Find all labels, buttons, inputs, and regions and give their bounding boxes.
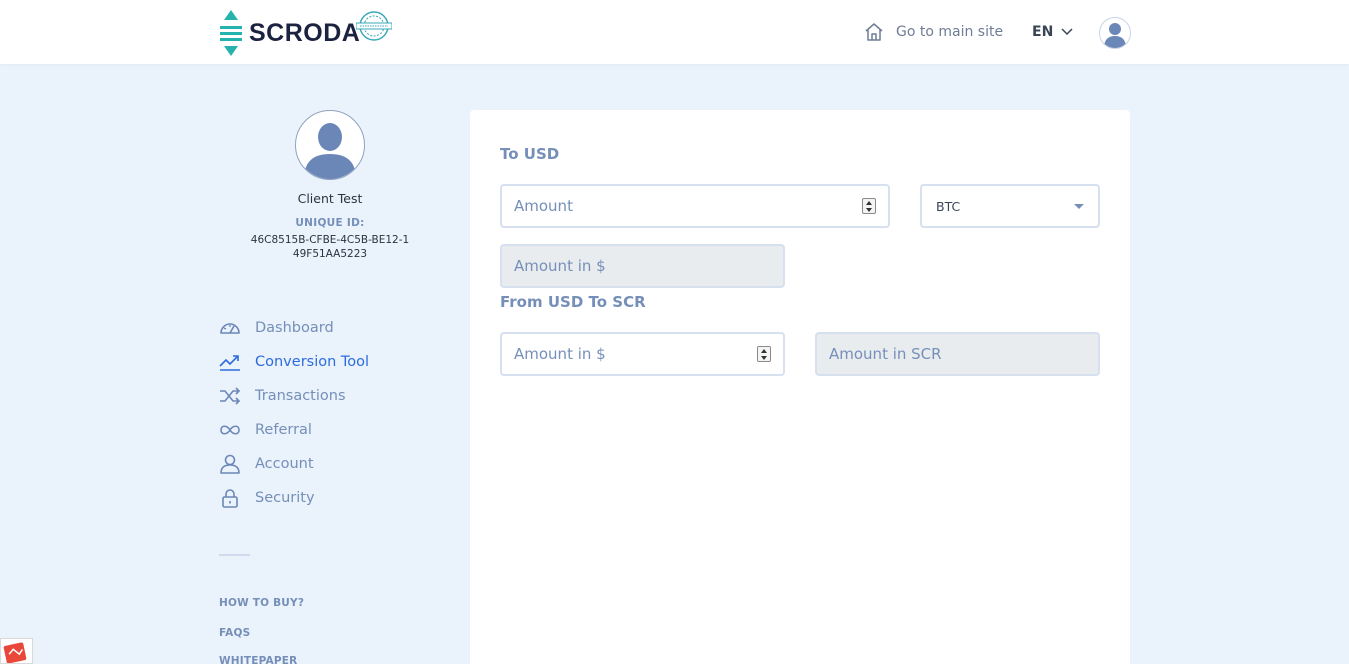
sidebar-item-label: Transactions: [255, 388, 346, 404]
infinity-icon: [220, 425, 240, 435]
profile-name: Client Test: [297, 191, 363, 206]
spinner-up-icon[interactable]: [866, 200, 872, 205]
sidebar-item-referral[interactable]: Referral: [219, 413, 369, 447]
link-how-to-buy[interactable]: HOW TO BUY?: [219, 597, 304, 609]
user-avatar-icon: [304, 123, 356, 179]
link-whitepaper[interactable]: WHITEPAPER: [219, 655, 297, 664]
sidebar-menu: Dashboard Conversion Tool Transactions R…: [219, 311, 369, 515]
brand-name: SCRODA: [249, 19, 361, 47]
sidebar-item-transactions[interactable]: Transactions: [219, 379, 369, 413]
user-avatar-icon: [1104, 23, 1126, 48]
amount-in-scr-result: [815, 332, 1100, 376]
sidebar-item-dashboard[interactable]: Dashboard: [219, 311, 369, 345]
sidebar-item-conversion-tool[interactable]: Conversion Tool: [219, 345, 369, 379]
spinner-down-icon[interactable]: [866, 207, 872, 212]
usd-to-scr-title: From USD To SCR: [500, 293, 646, 311]
currency-selected-value: BTC: [936, 198, 961, 214]
sidebar-item-security[interactable]: Security: [219, 481, 369, 515]
amount-field[interactable]: [500, 184, 890, 228]
chevron-down-icon: [1061, 28, 1073, 36]
currency-select[interactable]: BTC: [920, 184, 1100, 228]
logo-mark-icon: [220, 10, 242, 56]
profile-avatar: [295, 110, 365, 180]
sidebar-divider: [219, 554, 250, 556]
home-icon: [865, 23, 883, 41]
amount-in-usd-output: [514, 246, 783, 286]
main-site-label: Go to main site: [896, 24, 1004, 40]
user-icon: [220, 454, 240, 474]
language-label: EN: [1032, 24, 1054, 40]
conversion-panel: To USD BTC From USD To SCR: [470, 110, 1130, 664]
trend-chart-icon: [219, 355, 240, 371]
usd-amount-input[interactable]: [514, 334, 783, 374]
sidebar-item-label: Referral: [255, 422, 312, 438]
spinner-up-icon[interactable]: [761, 348, 767, 353]
floating-widget-button[interactable]: [0, 638, 33, 664]
usd-amount-field[interactable]: [500, 332, 785, 376]
amount-input[interactable]: [514, 186, 888, 226]
dashboard-icon: [220, 323, 240, 334]
amount-in-usd-result: [500, 244, 785, 288]
top-bar: SCRODA Go to main site EN: [0, 0, 1349, 64]
unique-id-value: 46C8515B-CFBE-4C5B-BE12-149F51AA5223: [250, 234, 410, 260]
sidebar-item-account[interactable]: Account: [219, 447, 369, 481]
link-faqs[interactable]: FAQS: [219, 627, 250, 639]
lock-icon: [222, 489, 238, 508]
shuffle-icon: [220, 387, 241, 405]
language-selector[interactable]: EN: [1032, 0, 1073, 64]
sidebar-item-label: Account: [255, 456, 314, 472]
unique-id-label: UNIQUE ID:: [295, 217, 365, 229]
sidebar-item-label: Security: [255, 490, 315, 506]
widget-icon: [3, 642, 27, 664]
sidebar-item-label: Dashboard: [255, 320, 334, 336]
user-menu-avatar[interactable]: [1099, 17, 1131, 49]
sidebar-item-label: Conversion Tool: [255, 354, 370, 370]
logo-badge-icon: [356, 11, 393, 41]
amount-spinner[interactable]: [862, 198, 876, 214]
brand-logo[interactable]: SCRODA: [219, 10, 393, 56]
usd-amount-spinner[interactable]: [757, 346, 771, 362]
to-usd-title: To USD: [500, 145, 560, 163]
amount-in-scr-output: [829, 334, 1098, 374]
spinner-down-icon[interactable]: [761, 355, 767, 360]
main-site-link[interactable]: Go to main site: [864, 0, 1003, 64]
caret-down-icon: [1074, 204, 1084, 209]
